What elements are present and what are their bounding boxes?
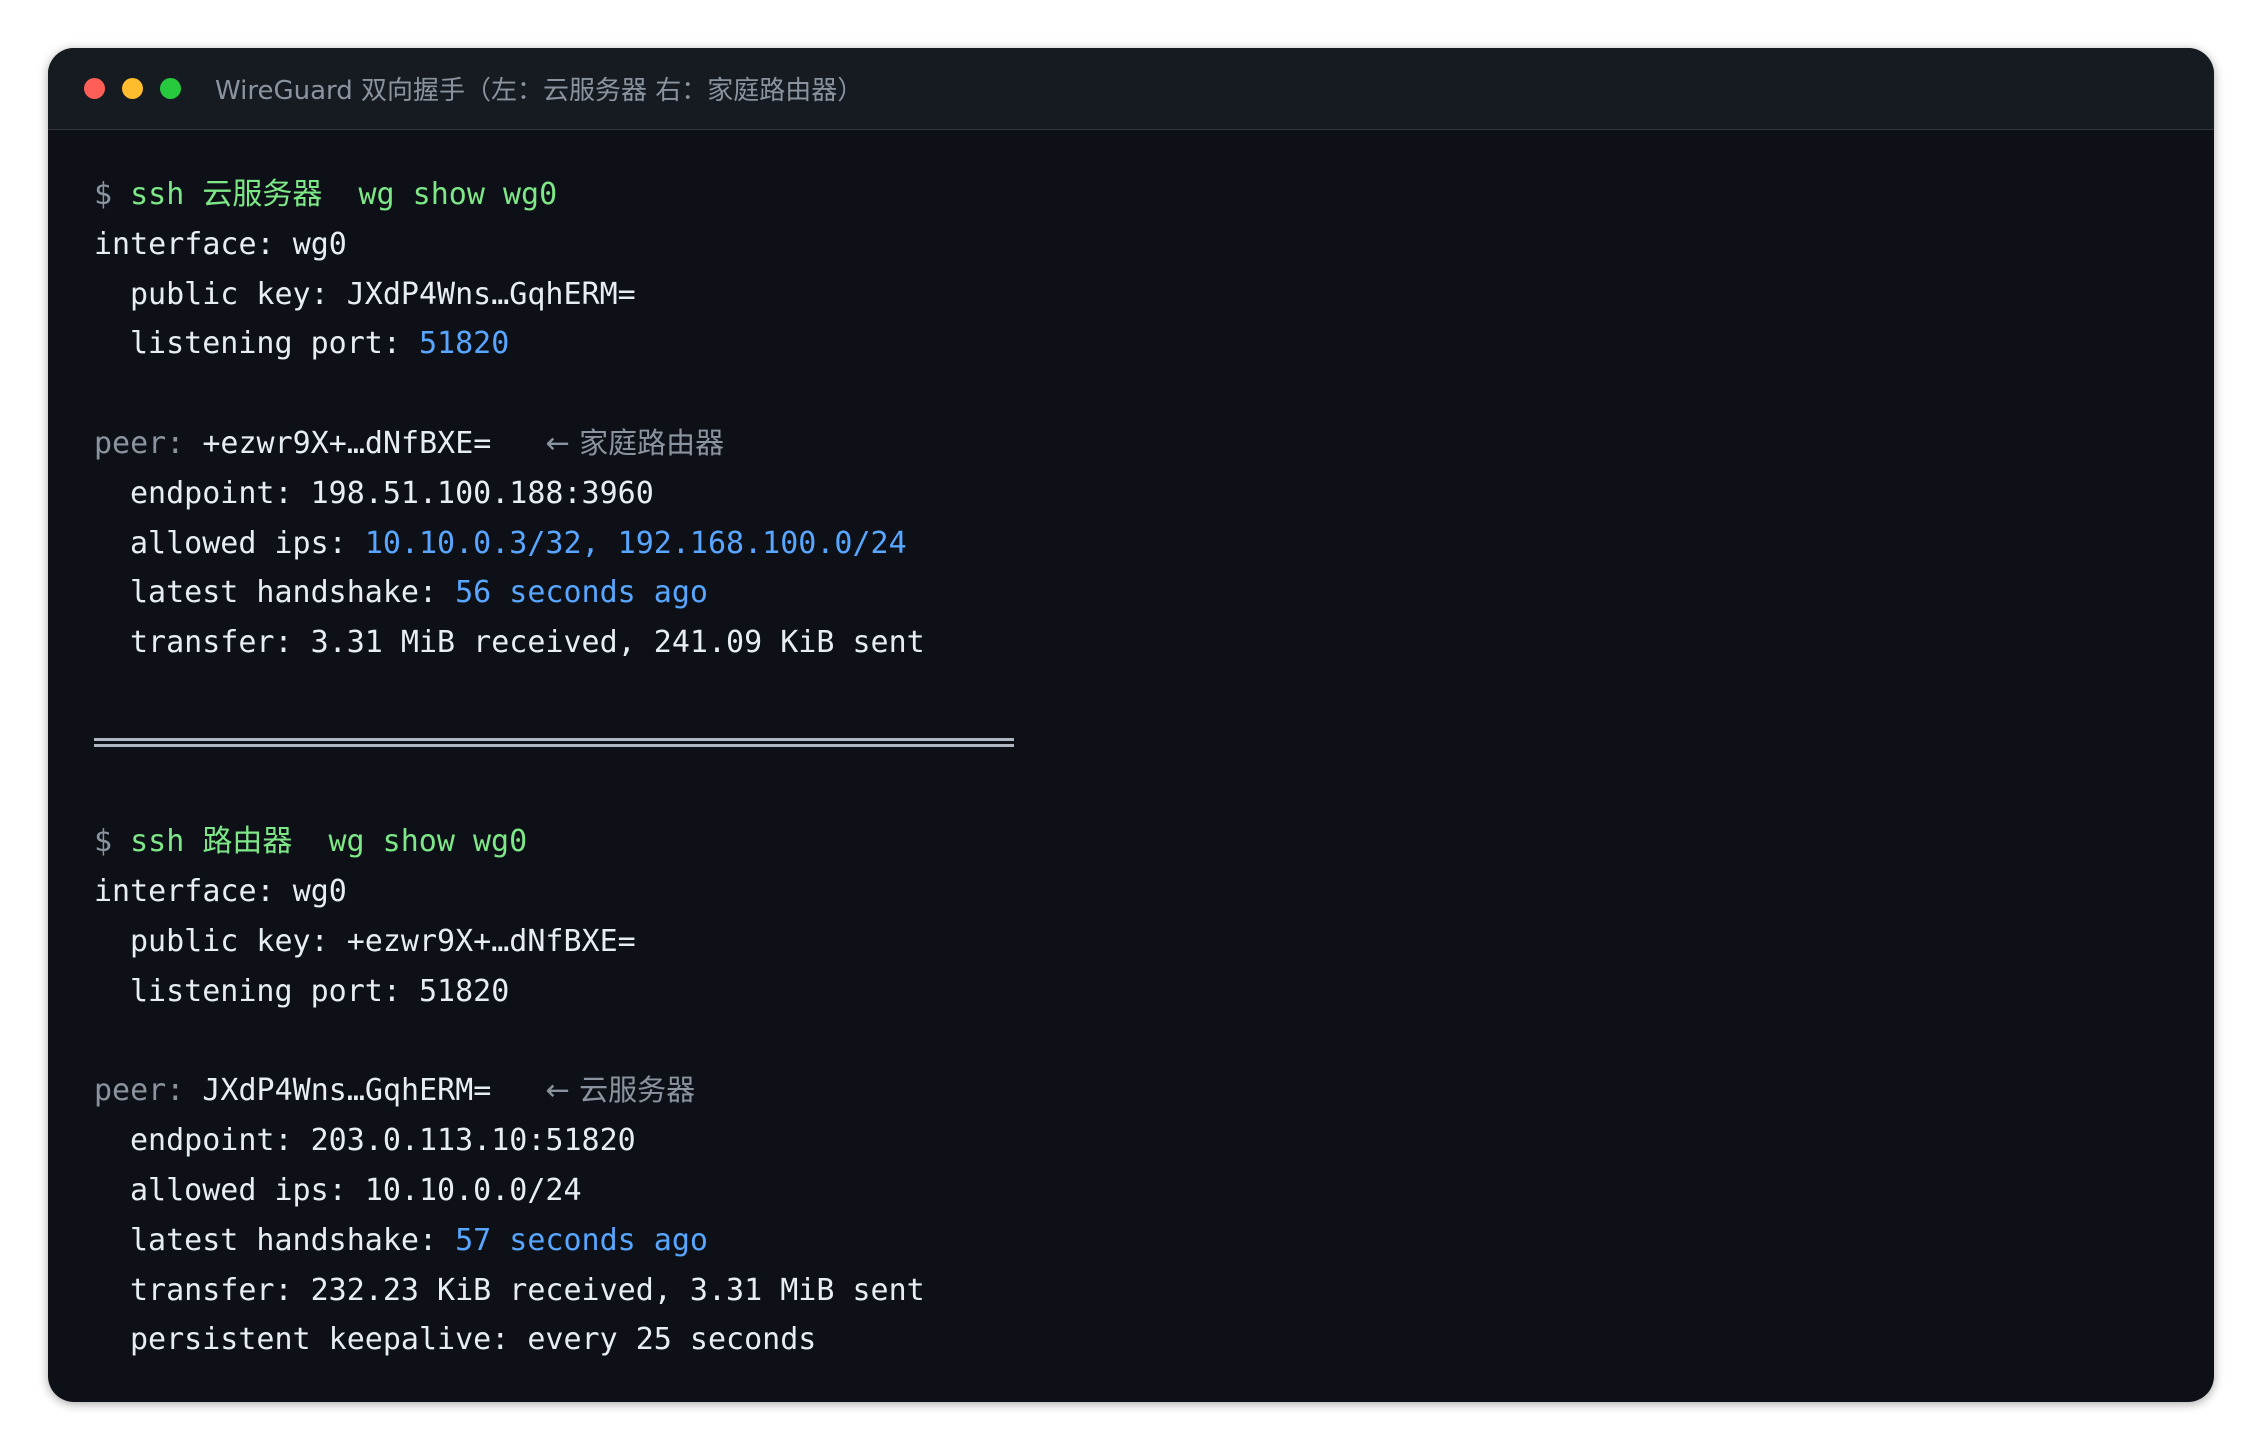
allowed-ips-label: allowed ips: (130, 1172, 347, 1208)
listening-port-label: listening port: (130, 326, 401, 362)
public-key-label: public key: (130, 923, 329, 959)
section-divider (94, 668, 2214, 817)
latest-handshake-value: 56 seconds ago (455, 575, 708, 611)
allowed-ips-label: allowed ips: (130, 525, 347, 561)
listening-port-line: listening port: 51820 (94, 319, 2214, 369)
latest-handshake-line: latest handshake: 56 seconds ago (94, 568, 2214, 618)
transfer-value: 3.31 MiB received, 241.09 KiB sent (310, 625, 925, 661)
prompt-symbol: $ (94, 824, 113, 860)
command-host: 路由器 (202, 824, 293, 860)
double-rule (94, 738, 1014, 748)
endpoint-label: endpoint: (130, 1123, 293, 1159)
peer-label: peer: (94, 1073, 185, 1109)
public-key-value: +ezwr9X+…dNfBXE= (346, 923, 636, 959)
transfer-value: 232.23 KiB received, 3.31 MiB sent (310, 1272, 925, 1308)
allowed-ips-line: allowed ips: 10.10.0.3/32, 192.168.100.0… (94, 519, 2214, 569)
public-key-value: JXdP4Wns…GqhERM= (346, 276, 636, 312)
transfer-label: transfer: (130, 1272, 293, 1308)
command-ssh: ssh (130, 824, 185, 860)
endpoint-value: 203.0.113.10:51820 (310, 1123, 636, 1159)
public-key-line: public key: +ezwr9X+…dNfBXE= (94, 917, 2214, 967)
command-args: wg show wg0 (358, 177, 558, 212)
latest-handshake-line: latest handshake: 57 seconds ago (94, 1216, 2214, 1266)
minimize-button[interactable] (122, 78, 143, 99)
terminal-window: WireGuard 双向握手（左：云服务器 右：家庭路由器） $ ssh 云服务… (48, 48, 2214, 1402)
peer-label: peer: (94, 425, 185, 461)
latest-handshake-value: 57 seconds ago (455, 1222, 708, 1258)
listening-port-value: 51820 (419, 326, 510, 362)
allowed-ips-value: 10.10.0.0/24 (364, 1172, 582, 1208)
persistent-keepalive-line: persistent keepalive: every 25 seconds (94, 1315, 2214, 1365)
command-line-server: $ ssh 云服务器 wg show wg0 (94, 170, 2214, 220)
transfer-label: transfer: (130, 625, 293, 661)
persistent-keepalive-label: persistent keepalive: (130, 1322, 510, 1358)
latest-handshake-label: latest handshake: (130, 575, 438, 611)
persistent-keepalive-value: every 25 seconds (527, 1322, 817, 1358)
transfer-line: transfer: 232.23 KiB received, 3.31 MiB … (94, 1266, 2214, 1316)
allowed-ips-line: allowed ips: 10.10.0.0/24 (94, 1166, 2214, 1216)
public-key-line: public key: JXdP4Wns…GqhERM= (94, 270, 2214, 320)
peer-line: peer: +ezwr9X+…dNfBXE= ← 家庭路由器 (94, 419, 2214, 469)
interface-label: interface: (94, 226, 275, 262)
title-bar: WireGuard 双向握手（左：云服务器 右：家庭路由器） (48, 48, 2214, 130)
listening-port-line: listening port: 51820 (94, 967, 2214, 1017)
command-host: 云服务器 (202, 177, 323, 212)
peer-value: +ezwr9X+…dNfBXE= (202, 425, 492, 461)
interface-line: interface: wg0 (94, 867, 2214, 917)
close-button[interactable] (84, 78, 105, 99)
endpoint-line: endpoint: 203.0.113.10:51820 (94, 1116, 2214, 1166)
command-line-router: $ ssh 路由器 wg show wg0 (94, 817, 2214, 867)
public-key-label: public key: (130, 276, 329, 312)
latest-handshake-label: latest handshake: (130, 1222, 438, 1258)
endpoint-label: endpoint: (130, 475, 293, 511)
command-args: wg show wg0 (328, 824, 528, 860)
interface-label: interface: (94, 874, 275, 910)
interface-line: interface: wg0 (94, 220, 2214, 270)
allowed-ips-value: 10.10.0.3/32, 192.168.100.0/24 (364, 525, 907, 561)
peer-note: ← 家庭路由器 (545, 425, 725, 460)
interface-value: wg0 (292, 874, 347, 910)
transfer-line: transfer: 3.31 MiB received, 241.09 KiB … (94, 618, 2214, 668)
zoom-button[interactable] (160, 78, 181, 99)
peer-note: ← 云服务器 (545, 1073, 696, 1108)
endpoint-value: 198.51.100.188:3960 (310, 475, 654, 511)
command-ssh: ssh (130, 177, 185, 212)
listening-port-label: listening port: (130, 973, 401, 1009)
peer-value: JXdP4Wns…GqhERM= (202, 1073, 492, 1109)
listening-port-value: 51820 (419, 973, 510, 1009)
endpoint-line: endpoint: 198.51.100.188:3960 (94, 469, 2214, 519)
prompt-symbol: $ (94, 177, 113, 212)
peer-line: peer: JXdP4Wns…GqhERM= ← 云服务器 (94, 1066, 2214, 1116)
terminal-output[interactable]: $ ssh 云服务器 wg show wg0 interface: wg0 pu… (48, 130, 2214, 1365)
window-title: WireGuard 双向握手（左：云服务器 右：家庭路由器） (215, 76, 864, 106)
interface-value: wg0 (292, 226, 347, 262)
